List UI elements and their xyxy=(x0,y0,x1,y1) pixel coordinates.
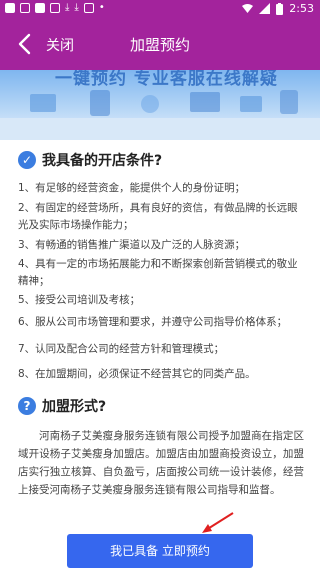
download-icon: ⤓ xyxy=(74,2,79,13)
battery-icon xyxy=(276,2,284,15)
app-notification-icon xyxy=(20,3,30,13)
app-bar: 关闭 加盟预约 xyxy=(0,18,320,70)
condition-item: 1、有足够的经营资金，能提供个人的身份证明； xyxy=(18,182,246,194)
join-form-title: 加盟形式? xyxy=(42,399,107,415)
app-notification-icon xyxy=(35,3,45,13)
message-icon xyxy=(50,3,60,13)
join-form-header: ? 加盟形式? xyxy=(18,396,106,416)
checklist-icon: ✓ xyxy=(18,151,36,169)
join-form-text: 河南杨子艾美瘦身服务连锁有限公司授予加盟商在指定区域开设杨子艾美瘦身加盟店。加盟… xyxy=(18,430,304,496)
cta-container: 我已具备 立即预约 xyxy=(0,526,320,570)
condition-item: 8、在加盟期间，必须保证不经营其它的同类产品。 xyxy=(18,368,256,380)
app-notification-icon xyxy=(83,3,94,13)
banner-illustration xyxy=(0,90,320,140)
condition-item: 6、服从公司市场管理和要求，并遵守公司指导价格体系； xyxy=(18,316,288,328)
book-now-button[interactable]: 我已具备 立即预约 xyxy=(67,534,253,568)
conditions-header: ✓ 我具备的开店条件? xyxy=(18,150,162,170)
condition-item: 7、认同及配合公司的经营方针和管理模式； xyxy=(18,343,225,355)
condition-item: 4、具有一定的市场拓展能力和不断探索创新营销模式的敬业精神； xyxy=(18,258,298,287)
download-icon: ⤓ xyxy=(65,2,70,13)
dot-icon: • xyxy=(98,2,105,13)
notification-icons: ⤓ ⤓ • xyxy=(5,3,105,13)
condition-item: 3、有畅通的销售推广渠道以及广泛的人脉资源； xyxy=(18,239,246,251)
conditions-title: 我具备的开店条件? xyxy=(42,153,163,169)
clock: 2:53 xyxy=(289,2,314,15)
signal-icon xyxy=(259,3,271,14)
app-notification-icon xyxy=(5,3,15,13)
condition-item: 5、接受公司培训及考核； xyxy=(18,294,141,306)
banner-text: 一键预约 专业客服在线解疑 xyxy=(55,70,278,89)
condition-item: 2、有固定的经营场所，具有良好的资信，有做品牌的长远眼光及实际市场操作能力； xyxy=(18,202,298,231)
wifi-icon xyxy=(242,4,254,13)
status-bar: ⤓ ⤓ • 2:53 xyxy=(0,0,320,18)
promo-banner: 一键预约 专业客服在线解疑 xyxy=(0,70,320,140)
question-icon: ? xyxy=(18,397,36,415)
page-title: 加盟预约 xyxy=(129,36,190,54)
system-icons: 2:53 xyxy=(242,2,314,15)
